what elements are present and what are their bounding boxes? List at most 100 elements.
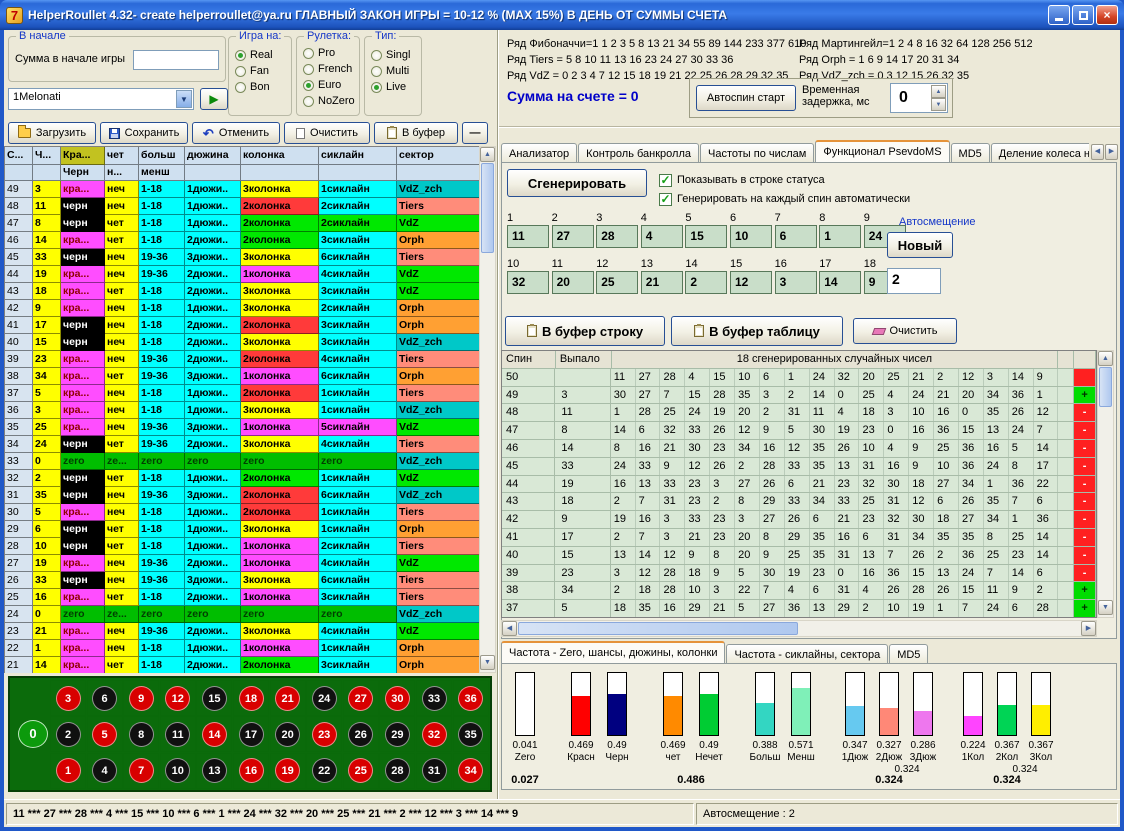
radio-option-Fan[interactable]: Fan (229, 63, 291, 79)
gen-table-row[interactable]: 48111282524192023111418310160352612- (502, 404, 1096, 422)
scroll-right-icon[interactable]: ▶ (1081, 621, 1096, 636)
board-number-26[interactable]: 26 (348, 722, 373, 747)
scroll-up-icon[interactable]: ▲ (1098, 351, 1113, 366)
tab-MD5[interactable]: MD5 (889, 644, 928, 664)
board-number-3[interactable]: 3 (56, 686, 81, 711)
radio-option-NoZero[interactable]: NoZero (297, 93, 359, 109)
board-number-16[interactable]: 16 (239, 758, 264, 783)
board-number-24[interactable]: 24 (312, 686, 337, 711)
history-row[interactable]: 2516кра...чет1-182дюжи..1колонка3сиклайн… (5, 589, 479, 606)
tab-Контроль банкролла[interactable]: Контроль банкролла (578, 143, 699, 163)
gen-table-vertical-scrollbar[interactable]: ▲▼ (1097, 350, 1114, 618)
history-row[interactable]: 330zeroze...zerozerozerozeroVdZ_zch (5, 453, 479, 470)
gen-table-horizontal-scrollbar[interactable]: ◀▶ (501, 620, 1097, 637)
gen-table-row[interactable]: 50112728415106124322025212123149 (502, 369, 1096, 387)
history-row[interactable]: 322чернчет1-181дюжи..2колонка1сиклайнVdZ (5, 470, 479, 487)
history-row[interactable]: 2321кра...неч19-362дюжи..3колонка4сиклай… (5, 623, 479, 640)
play-button[interactable]: ▶ (200, 88, 228, 110)
board-number-30[interactable]: 30 (385, 686, 410, 711)
board-number-7[interactable]: 7 (129, 758, 154, 783)
history-row[interactable]: 4117черннеч1-182дюжи..2колонка3сиклайнOr… (5, 317, 479, 334)
scroll-left-icon[interactable]: ◀ (502, 621, 517, 636)
maximize-button[interactable] (1072, 5, 1094, 25)
radio-option-Singl[interactable]: Singl (365, 47, 421, 63)
profile-combobox[interactable]: 1Melonati ▼ (8, 88, 194, 110)
board-number-28[interactable]: 28 (385, 758, 410, 783)
minimize-button[interactable] (1048, 5, 1070, 25)
autospin-start-button[interactable]: Автоспин старт (696, 85, 796, 111)
radio-option-Euro[interactable]: Euro (297, 77, 359, 93)
board-number-9[interactable]: 9 (129, 686, 154, 711)
radio-option-Multi[interactable]: Multi (365, 63, 421, 79)
board-number-11[interactable]: 11 (165, 722, 190, 747)
clear-gen-button[interactable]: Очистить (853, 318, 957, 344)
board-number-18[interactable]: 18 (239, 686, 264, 711)
board-number-22[interactable]: 22 (312, 758, 337, 783)
gen-table-row[interactable]: 4117273212320829351663134353582514- (502, 529, 1096, 547)
scroll-thumb[interactable] (481, 163, 494, 253)
board-number-35[interactable]: 35 (458, 722, 483, 747)
toolbar-save-button[interactable]: Сохранить (100, 122, 188, 144)
gen-table-row[interactable]: 4419161333233272662123323018273413622- (502, 476, 1096, 494)
scroll-thumb[interactable] (1099, 367, 1112, 407)
history-row[interactable]: 3135черннеч19-363дюжи..2колонка6сиклайнV… (5, 487, 479, 504)
generate-each-spin-checkbox[interactable]: ✓ Генерировать на каждый спин автоматиче… (659, 191, 910, 207)
history-row[interactable]: 2719кра...неч19-362дюжи..1колонка4сиклай… (5, 555, 479, 572)
board-number-6[interactable]: 6 (92, 686, 117, 711)
start-sum-input[interactable] (133, 50, 219, 70)
history-row[interactable]: 478чернчет1-181дюжи..2колонка2сиклайнVdZ (5, 215, 479, 232)
board-number-25[interactable]: 25 (348, 758, 373, 783)
offset-new-button[interactable]: Новый (887, 232, 953, 258)
generate-button[interactable]: Сгенерировать (507, 169, 647, 197)
scroll-thumb[interactable] (518, 622, 798, 635)
spinner-down-icon[interactable]: ▼ (931, 98, 946, 111)
history-row[interactable]: 375кра...неч1-181дюжи..2колонка1сиклайнT… (5, 385, 479, 402)
history-row[interactable]: 4533черннеч19-363дюжи..3колонка6сиклайнT… (5, 249, 479, 266)
gen-table-row[interactable]: 431827312328293334332531126263576- (502, 493, 1096, 511)
history-row[interactable]: 240zeroze...zerozerozerozeroVdZ_zch (5, 606, 479, 623)
history-row[interactable]: 305кра...неч1-181дюжи..2колонка1сиклайнT… (5, 504, 479, 521)
board-number-10[interactable]: 10 (165, 758, 190, 783)
show-in-status-checkbox[interactable]: ✓ Показывать в строке статуса (659, 172, 825, 188)
history-row[interactable]: 221кра...неч1-181дюжи..1колонка1сиклайнO… (5, 640, 479, 657)
board-number-21[interactable]: 21 (275, 686, 300, 711)
toolbar-clear-page-button[interactable]: Очистить (284, 122, 370, 144)
tab-Анализатор[interactable]: Анализатор (501, 143, 577, 163)
radio-option-Real[interactable]: Real (229, 47, 291, 63)
board-number-27[interactable]: 27 (348, 686, 373, 711)
scroll-down-icon[interactable]: ▼ (1098, 600, 1113, 615)
toolbar-clipboard-button[interactable]: В буфер (374, 122, 458, 144)
history-row[interactable]: 3834кра...чет19-363дюжи..1колонка6сиклай… (5, 368, 479, 385)
gen-table-row[interactable]: 42919163332332726621233230182734136- (502, 511, 1096, 529)
history-row[interactable]: 3424чернчет19-362дюжи..3колонка4сиклайнT… (5, 436, 479, 453)
offset-value-input[interactable]: 2 (887, 268, 941, 294)
tab-Частота - сиклайны, сектора[interactable]: Частота - сиклайны, сектора (726, 644, 888, 664)
board-number-31[interactable]: 31 (422, 758, 447, 783)
gen-table-row[interactable]: 38342182810322746314262826151192+ (502, 582, 1096, 600)
gen-table-row[interactable]: 3751835162921527361329210191724628+ (502, 600, 1096, 618)
board-number-34[interactable]: 34 (458, 758, 483, 783)
toolbar-undo-button[interactable]: ↶Отменить (192, 122, 280, 144)
tab-scroll-left-icon[interactable]: ◀ (1091, 144, 1104, 160)
history-row[interactable]: 2633черннеч19-363дюжи..3колонка6сиклайнT… (5, 572, 479, 589)
board-number-29[interactable]: 29 (385, 722, 410, 747)
history-row[interactable]: 493кра...неч1-181дюжи..3колонка1сиклайнV… (5, 181, 479, 198)
toolbar-folder-open-button[interactable]: Загрузить (8, 122, 96, 144)
combobox-dropdown-icon[interactable]: ▼ (176, 90, 192, 108)
radio-option-Bon[interactable]: Bon (229, 79, 291, 95)
history-vertical-scrollbar[interactable]: ▲▼ (479, 146, 496, 673)
scroll-down-icon[interactable]: ▼ (480, 655, 495, 670)
board-number-33[interactable]: 33 (422, 686, 447, 711)
tab-MD5[interactable]: MD5 (951, 143, 990, 163)
board-number-36[interactable]: 36 (458, 686, 483, 711)
gen-table-row[interactable]: 40151314129820925353113726236252314- (502, 547, 1096, 565)
history-row[interactable]: 3525кра...неч19-363дюжи..1колонка5сиклай… (5, 419, 479, 436)
history-row[interactable]: 4811черннеч1-181дюжи..2колонка2сиклайнTi… (5, 198, 479, 215)
history-row[interactable]: 4614кра...чет1-182дюжи..2колонка3сиклайн… (5, 232, 479, 249)
board-number-2[interactable]: 2 (56, 722, 81, 747)
gen-table-row[interactable]: 3923312281895301923016361513247146- (502, 565, 1096, 583)
copy-table-button[interactable]: В буфер таблицу (671, 316, 843, 346)
board-number-1[interactable]: 1 (56, 758, 81, 783)
history-row[interactable]: 4419кра...неч19-362дюжи..1колонка4сиклай… (5, 266, 479, 283)
board-number-15[interactable]: 15 (202, 686, 227, 711)
